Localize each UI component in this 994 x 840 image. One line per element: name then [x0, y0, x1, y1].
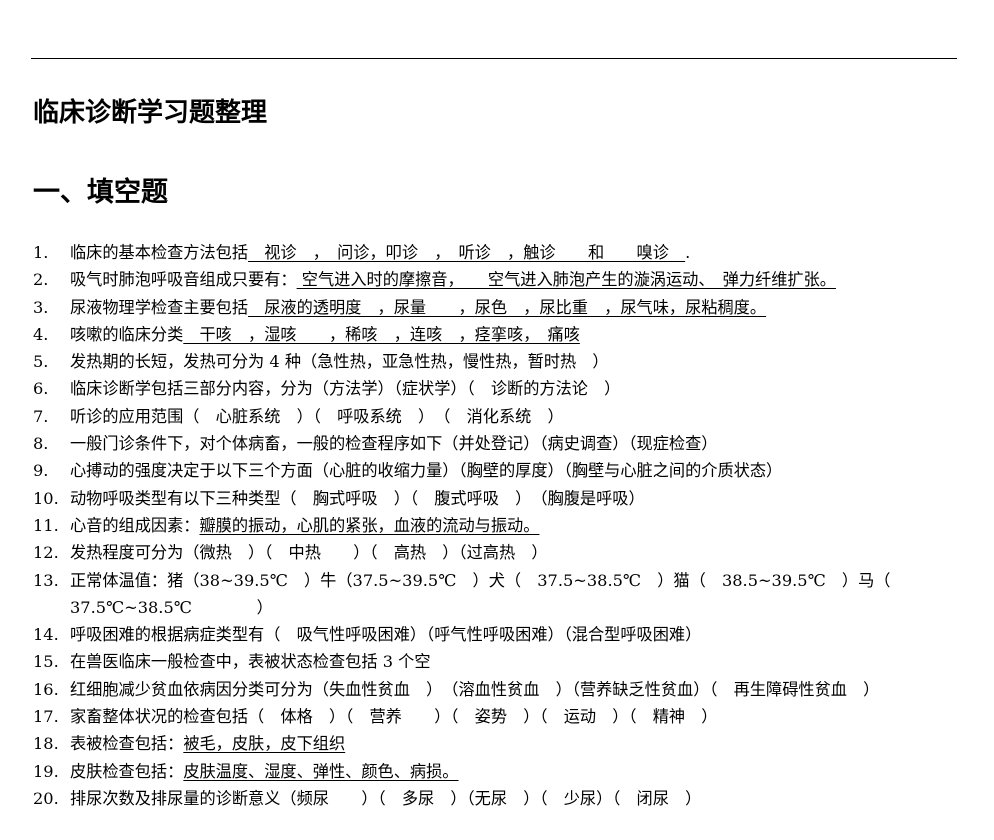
- question-text: 家畜整体状况的检查包括（ 体格 ）（ 营养 ）（ 姿势 ）（ 运动 ）（ 精神 …: [70, 707, 718, 727]
- answer-text: 瓣膜的振动，心肌的紧张，血液的流动与振动。: [199, 515, 540, 535]
- question-number: 1.: [33, 243, 49, 262]
- question-list: 1. 临床的基本检查方法包括 视诊 ， 问诊，叩诊 ， 听诊 ，触诊 和 嗅诊 .…: [33, 239, 978, 812]
- question-item: 15. 在兽医临床一般检查中，表被状态检查包括 3 个空: [33, 648, 978, 675]
- question-text: 心音的组成因素：: [70, 515, 200, 535]
- question-item: 20. 排尿次数及排尿量的诊断意义（频尿 ）（ 多尿 ）（无尿 ）（ 少尿）（ 闭…: [33, 785, 978, 812]
- document-title: 临床诊断学习题整理: [33, 98, 268, 128]
- question-text: 咳嗽的临床分类: [70, 324, 184, 344]
- question-number: 8.: [33, 434, 49, 454]
- question-number: 4.: [33, 324, 49, 344]
- question-text: 临床的基本检查方法包括: [70, 243, 249, 262]
- question-text: 呼吸困难的根据病症类型有（ 吸气性呼吸困难）（呼气性呼吸困难）（混合型呼吸困难）: [70, 625, 702, 645]
- question-text: 正常体温值：猪（38~39.5℃ ）牛（37.5~39.5℃ ）犬（ 37.5~…: [70, 570, 907, 617]
- question-item: 17. 家畜整体状况的检查包括（ 体格 ）（ 营养 ）（ 姿势 ）（ 运动 ）（ …: [33, 703, 978, 730]
- question-item: 16. 红细胞减少贫血依病因分类可分为（失血性贫血 ） （溶血性贫血 ）（营养缺乏…: [33, 676, 978, 703]
- question-number: 16.: [33, 679, 59, 699]
- question-item: 2. 吸气时肺泡呼吸音组成只要有： 空气进入时的摩擦音， 空气进入肺泡产生的漩涡运…: [33, 266, 978, 293]
- question-text: 皮肤检查包括：: [70, 761, 184, 781]
- question-number: 13.: [33, 570, 59, 590]
- answer-text: 皮肤温度、湿度、弹性、颜色、病损。: [183, 761, 459, 781]
- question-number: 2.: [33, 270, 49, 290]
- question-text: 动物呼吸类型有以下三种类型（ 胸式呼吸 ）（ 腹式呼吸 ） （胸腹是呼吸）: [70, 488, 645, 508]
- question-text: 排尿次数及排尿量的诊断意义（频尿 ）（ 多尿 ）（无尿 ）（ 少尿）（ 闭尿 ）: [70, 788, 702, 808]
- question-number: 20.: [33, 788, 59, 808]
- question-item: 4. 咳嗽的临床分类 干咳 ，湿咳 ，稀咳 ，连咳 ，痉挛咳， 痛咳: [33, 321, 978, 348]
- question-item: 13. 正常体温值：猪（38~39.5℃ ）牛（37.5~39.5℃ ）犬（ 37…: [33, 567, 978, 622]
- header-rule: [31, 58, 957, 59]
- question-number: 6.: [33, 379, 49, 399]
- question-item: 8. 一般门诊条件下，对个体病畜，一般的检查程序如下（并处登记）（病史调查）（现症…: [33, 430, 978, 457]
- question-text: 发热程度可分为（微热 ）（ 中热 ）（ 高热 ）（过高热 ）: [70, 543, 548, 563]
- question-number: 12.: [33, 543, 59, 563]
- question-number: 5.: [33, 352, 49, 372]
- question-item: 18. 表被检查包括：被毛，皮肤，皮下组织: [33, 730, 978, 757]
- question-number: 15.: [33, 652, 59, 672]
- answer-text: 干咳 ，湿咳 ，稀咳 ，连咳 ，痉挛咳， 痛咳: [183, 324, 580, 344]
- question-number: 9.: [33, 461, 49, 481]
- answer-text: 被毛，皮肤，皮下组织: [183, 734, 346, 754]
- answer-text: 尿液的透明度 ，尿量 ，尿色 ，尿比重 ，尿气味，尿粘稠度。: [248, 297, 767, 317]
- question-number: 11.: [33, 515, 59, 535]
- question-number: 17.: [33, 707, 59, 727]
- question-text: 红细胞减少贫血依病因分类可分为（失血性贫血 ） （溶血性贫血 ）（营养缺乏性贫血…: [70, 679, 880, 699]
- question-item: 10. 动物呼吸类型有以下三种类型（ 胸式呼吸 ）（ 腹式呼吸 ） （胸腹是呼吸）: [33, 485, 978, 512]
- question-text: 在兽医临床一般检查中，表被状态检查包括 3 个空: [70, 652, 431, 672]
- question-number: 14.: [33, 625, 59, 645]
- question-number: 7.: [33, 406, 49, 426]
- question-number: 19.: [33, 761, 59, 781]
- question-text: 一般门诊条件下，对个体病畜，一般的检查程序如下（并处登记）（病史调查）（现症检查…: [70, 434, 718, 454]
- question-item: 19. 皮肤检查包括：皮肤温度、湿度、弹性、颜色、病损。: [33, 758, 978, 785]
- question-text: 尿液物理学检查主要包括: [70, 297, 249, 317]
- question-item: 9. 心搏动的强度决定于以下三个方面（心脏的收缩力量）（胸壁的厚度）（胸壁与心脏之…: [33, 457, 978, 484]
- question-item: 1. 临床的基本检查方法包括 视诊 ， 问诊，叩诊 ， 听诊 ，触诊 和 嗅诊 .: [33, 239, 978, 266]
- question-text: 吸气时肺泡呼吸音组成只要有：: [70, 270, 297, 290]
- question-item: 7. 听诊的应用范围（ 心脏系统 ）（ 呼吸系统 ） （ 消化系统 ）: [33, 403, 978, 430]
- question-item: 12. 发热程度可分为（微热 ）（ 中热 ）（ 高热 ）（过高热 ）: [33, 539, 978, 566]
- question-text: 临床诊断学包括三部分内容，分为（方法学）（症状学）（ 诊断的方法论 ）: [70, 379, 621, 399]
- question-text: 表被检查包括：: [70, 734, 184, 754]
- question-item: 11. 心音的组成因素：瓣膜的振动，心肌的紧张，血液的流动与振动。: [33, 512, 978, 539]
- question-number: 3.: [33, 297, 49, 317]
- answer-text: 视诊 ， 问诊，叩诊 ， 听诊 ，触诊 和 嗅诊: [248, 243, 686, 262]
- question-text: 发热期的长短，发热可分为 4 种（急性热，亚急性热，慢性热，暂时热 ）: [70, 352, 609, 372]
- question-item: 3. 尿液物理学检查主要包括 尿液的透明度 ，尿量 ，尿色 ，尿比重 ，尿气味，尿…: [33, 294, 978, 321]
- question-number: 10.: [33, 488, 59, 508]
- answer-text: 空气进入时的摩擦音， 空气进入肺泡产生的漩涡运动、 弹力纤维扩张。: [296, 270, 836, 290]
- question-text: .: [685, 243, 691, 262]
- question-text: 听诊的应用范围（ 心脏系统 ）（ 呼吸系统 ） （ 消化系统 ）: [70, 406, 564, 426]
- question-item: 6. 临床诊断学包括三部分内容，分为（方法学）（症状学）（ 诊断的方法论 ）: [33, 375, 978, 402]
- question-text: 心搏动的强度决定于以下三个方面（心脏的收缩力量）（胸壁的厚度）（胸壁与心脏之间的…: [70, 461, 783, 481]
- question-item: 14. 呼吸困难的根据病症类型有（ 吸气性呼吸困难）（呼气性呼吸困难）（混合型呼吸…: [33, 621, 978, 648]
- question-number: 18.: [33, 734, 59, 754]
- question-item: 5. 发热期的长短，发热可分为 4 种（急性热，亚急性热，慢性热，暂时热 ）: [33, 348, 978, 375]
- section-title: 一、填空题: [33, 177, 168, 208]
